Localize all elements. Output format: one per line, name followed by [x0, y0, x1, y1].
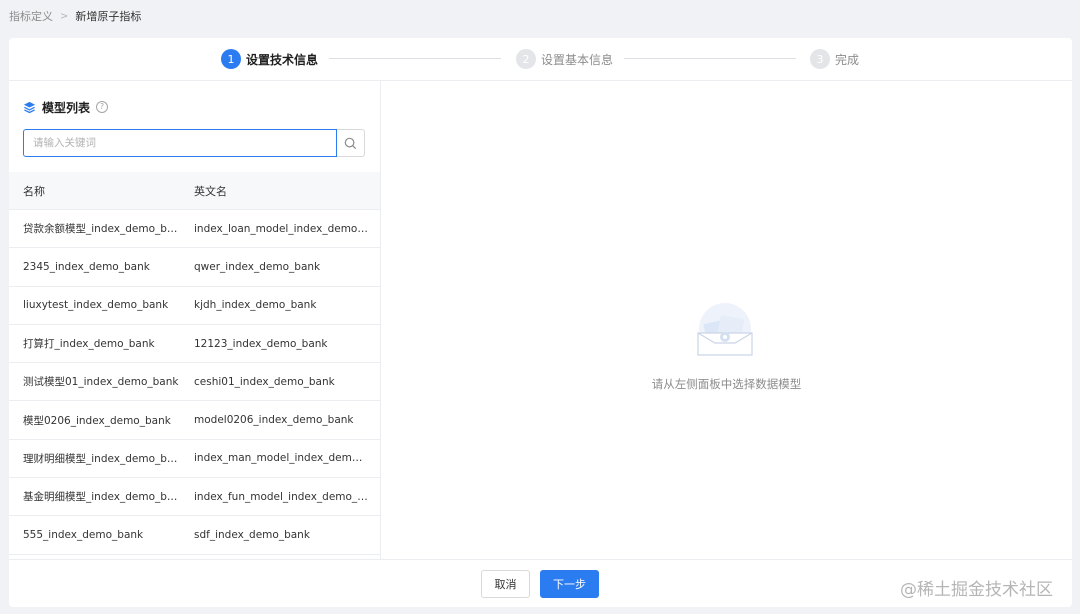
- step-connector: [624, 58, 796, 59]
- table-row[interactable]: 测试模型01_index_demo_bank ceshi01_index_dem…: [9, 363, 380, 402]
- row-name: liuxytest_index_demo_bank: [23, 299, 169, 312]
- row-english-name: ceshi01_index_demo_bank: [194, 375, 335, 388]
- panel-title: 模型列表: [42, 100, 91, 115]
- breadcrumb: 指标定义 > 新增原子指标: [9, 8, 141, 24]
- empty-state: 请从左侧面板中选择数据模型: [381, 81, 1072, 559]
- step-2-label: 设置基本信息: [541, 52, 614, 67]
- row-name: 理财明细模型_index_demo_bank: [23, 452, 187, 465]
- search-button[interactable]: [337, 129, 365, 157]
- table-row[interactable]: 打算打_index_demo_bank 12123_index_demo_ban…: [9, 325, 380, 364]
- row-english-name: sdf_index_demo_bank: [194, 529, 310, 542]
- chevron-right-icon: >: [60, 10, 69, 22]
- model-table: 名称 英文名 贷款余额模型_index_demo_bank index_loan…: [9, 172, 380, 555]
- search-icon: [344, 137, 357, 149]
- step-1-label: 设置技术信息: [246, 52, 319, 67]
- step-connector: [329, 58, 501, 59]
- step-2-number: 2: [516, 49, 536, 69]
- column-header-name: 名称: [23, 184, 45, 198]
- column-header-english-name: 英文名: [194, 184, 227, 198]
- empty-box-illustration: [697, 303, 753, 356]
- help-icon[interactable]: ?: [96, 101, 109, 113]
- row-name: 555_index_demo_bank: [23, 529, 144, 542]
- row-english-name: kjdh_index_demo_bank: [194, 299, 317, 312]
- model-list-panel: 模型列表 ? 名称 英文名 贷款余额模型_index_demo_bank ind…: [9, 81, 381, 559]
- breadcrumb-link-index-definition[interactable]: 指标定义: [9, 8, 53, 24]
- table-row[interactable]: 贷款余额模型_index_demo_bank index_loan_model_…: [9, 210, 380, 249]
- step-3-number: 3: [810, 49, 830, 69]
- next-step-button[interactable]: 下一步: [540, 570, 599, 598]
- step-1: 1 设置技术信息: [221, 49, 318, 69]
- step-2: 2 设置基本信息: [516, 49, 613, 69]
- search-input[interactable]: [23, 129, 338, 157]
- step-1-number: 1: [221, 49, 241, 69]
- row-name: 测试模型01_index_demo_bank: [23, 376, 179, 389]
- row-english-name: index_fun_model_index_demo_bank: [194, 490, 380, 503]
- main-card: 1 设置技术信息 2 设置基本信息 3 完成 模型列表 ? 请输入关键词 名称 …: [9, 38, 1072, 607]
- row-english-name: index_loan_model_index_demo_bank: [194, 222, 380, 235]
- row-english-name: index_man_model_index_demo_bank: [194, 452, 380, 465]
- layers-icon: [23, 101, 36, 113]
- row-name: 模型0206_index_demo_bank: [23, 414, 171, 427]
- step-indicator: 1 设置技术信息 2 设置基本信息 3 完成: [9, 38, 1072, 81]
- table-header: 名称 英文名: [9, 172, 380, 210]
- table-row[interactable]: liuxytest_index_demo_bank kjdh_index_dem…: [9, 287, 380, 325]
- table-row[interactable]: 模型0206_index_demo_bank model0206_index_d…: [9, 401, 380, 440]
- breadcrumb-current: 新增原子指标: [75, 10, 142, 23]
- row-english-name: model0206_index_demo_bank: [194, 414, 354, 427]
- watermark: @稀土掘金技术社区: [900, 580, 1053, 600]
- cancel-button[interactable]: 取消: [481, 570, 530, 598]
- search-box: [23, 129, 365, 157]
- row-name: 基金明细模型_index_demo_bank: [23, 491, 187, 504]
- table-row[interactable]: 理财明细模型_index_demo_bank index_man_model_i…: [9, 440, 380, 479]
- empty-state-message: 请从左侧面板中选择数据模型: [651, 377, 802, 391]
- row-english-name: 12123_index_demo_bank: [194, 337, 328, 350]
- row-name: 打算打_index_demo_bank: [23, 338, 155, 351]
- panel-header: 模型列表 ?: [23, 99, 109, 115]
- step-3-label: 完成: [835, 52, 860, 67]
- table-row[interactable]: 基金明细模型_index_demo_bank index_fun_model_i…: [9, 478, 380, 517]
- row-name: 贷款余额模型_index_demo_bank: [23, 223, 187, 236]
- table-row[interactable]: 2345_index_demo_bank qwer_index_demo_ban…: [9, 248, 380, 287]
- step-3: 3 完成: [810, 49, 859, 69]
- table-row[interactable]: 555_index_demo_bank sdf_index_demo_bank: [9, 516, 380, 555]
- row-english-name: qwer_index_demo_bank: [194, 260, 321, 273]
- row-name: 2345_index_demo_bank: [23, 260, 150, 273]
